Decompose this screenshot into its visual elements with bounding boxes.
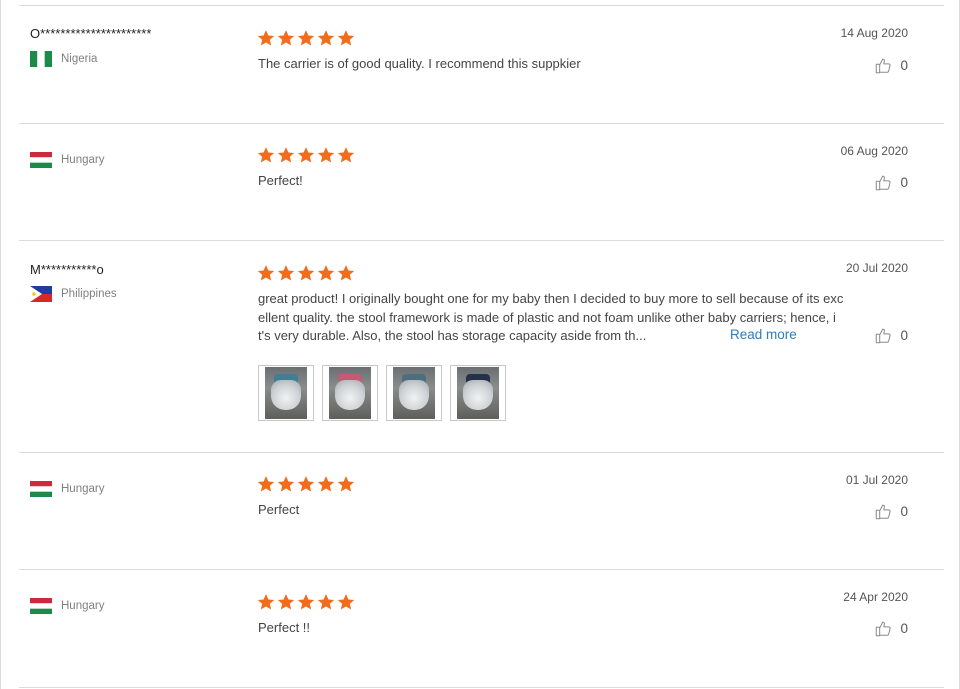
star-icon xyxy=(317,594,335,610)
philippines-flag-icon xyxy=(30,286,52,302)
star-icon xyxy=(257,265,275,281)
review-date: 06 Aug 2020 xyxy=(840,144,908,158)
country-name: Philippines xyxy=(61,288,117,300)
helpful-button[interactable]: 0 xyxy=(875,57,908,74)
photo-carrier xyxy=(463,380,493,410)
rating-stars xyxy=(257,593,355,611)
hungary-flag-icon xyxy=(30,152,52,168)
star-icon xyxy=(257,476,275,492)
review-item: M***********o Philippines great product!… xyxy=(19,240,944,452)
review-text-line: ellent quality. the stool framework is m… xyxy=(258,309,836,325)
thumbs-up-icon xyxy=(876,504,892,520)
reviewer-name: M***********o xyxy=(30,262,104,277)
thumbs-up-icon xyxy=(876,328,892,344)
review-item: Hungary Perfect !! 24 Apr 2020 0 xyxy=(19,569,944,688)
review-text: The carrier is of good quality. I recomm… xyxy=(258,56,581,71)
review-photo[interactable] xyxy=(450,365,506,421)
star-icon xyxy=(317,147,335,163)
photo-carrier xyxy=(399,380,429,410)
star-icon xyxy=(277,30,295,46)
helpful-button[interactable]: 0 xyxy=(875,327,908,344)
star-icon xyxy=(257,594,275,610)
reviewer-country: Nigeria xyxy=(30,51,97,67)
review-text: Perfect! xyxy=(258,173,303,188)
photo-carrier xyxy=(271,380,301,410)
star-icon xyxy=(277,476,295,492)
review-date: 14 Aug 2020 xyxy=(840,26,908,40)
star-icon xyxy=(257,30,275,46)
review-item: Hungary Perfect 01 Jul 2020 0 xyxy=(19,452,944,569)
helpful-button[interactable]: 0 xyxy=(875,503,908,520)
rating-stars xyxy=(257,264,355,282)
helpful-count: 0 xyxy=(900,58,908,73)
helpful-button[interactable]: 0 xyxy=(875,174,908,191)
reviewer-country: Philippines xyxy=(30,286,117,302)
star-icon xyxy=(337,147,355,163)
country-name: Nigeria xyxy=(61,53,98,65)
star-icon xyxy=(297,594,315,610)
country-name: Hungary xyxy=(61,154,105,166)
review-photo[interactable] xyxy=(258,365,314,421)
review-photo[interactable] xyxy=(386,365,442,421)
review-text: Perfect xyxy=(258,502,300,517)
review-text-line: great product! I originally bought one f… xyxy=(258,291,844,306)
helpful-count: 0 xyxy=(900,621,908,636)
star-icon xyxy=(277,594,295,610)
review-text: Perfect !! xyxy=(258,620,311,635)
hungary-flag-icon xyxy=(30,481,52,497)
star-icon xyxy=(317,265,335,281)
star-icon xyxy=(337,30,355,46)
helpful-count: 0 xyxy=(900,504,908,519)
star-icon xyxy=(317,30,335,46)
reviewer-name: O********************** xyxy=(30,26,152,41)
review-date: 20 Jul 2020 xyxy=(845,261,908,275)
star-icon xyxy=(337,476,355,492)
star-icon xyxy=(297,476,315,492)
thumbs-up-icon xyxy=(876,621,892,637)
helpful-button[interactable]: 0 xyxy=(875,620,908,637)
helpful-count: 0 xyxy=(900,175,908,190)
review-date: 24 Apr 2020 xyxy=(843,590,908,604)
star-icon xyxy=(277,265,295,281)
review-photo[interactable] xyxy=(322,365,378,421)
thumbs-up-icon xyxy=(876,175,892,191)
star-icon xyxy=(277,147,295,163)
reviewer-country: Hungary xyxy=(30,152,104,168)
thumbs-up-icon xyxy=(876,58,892,74)
country-name: Hungary xyxy=(61,600,105,612)
rating-stars xyxy=(257,29,355,47)
star-icon xyxy=(297,30,315,46)
star-icon xyxy=(337,594,355,610)
review-images xyxy=(258,365,506,421)
rating-stars xyxy=(257,146,355,164)
nigeria-flag-icon xyxy=(30,51,52,67)
star-icon xyxy=(317,476,335,492)
helpful-count: 0 xyxy=(900,328,908,343)
rating-stars xyxy=(257,475,355,493)
review-item: Hungary Perfect! 06 Aug 2020 0 xyxy=(19,123,944,240)
star-icon xyxy=(297,147,315,163)
photo-carrier xyxy=(335,380,365,410)
country-name: Hungary xyxy=(61,483,105,495)
read-more-link[interactable]: Read more xyxy=(730,327,797,342)
reviews-panel: O********************** Nigeria The carr… xyxy=(0,0,960,689)
hungary-flag-icon xyxy=(30,598,52,614)
review-date: 01 Jul 2020 xyxy=(845,473,908,487)
star-icon xyxy=(337,265,355,281)
star-icon xyxy=(257,147,275,163)
review-item: O********************** Nigeria The carr… xyxy=(19,5,944,123)
reviewer-country: Hungary xyxy=(30,481,104,497)
star-icon xyxy=(297,265,315,281)
reviewer-country: Hungary xyxy=(30,598,104,614)
